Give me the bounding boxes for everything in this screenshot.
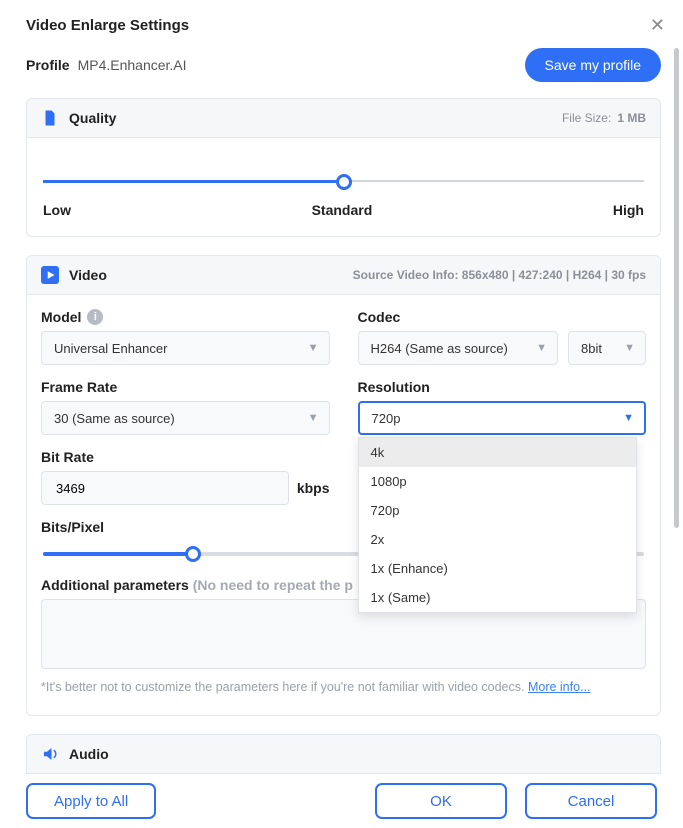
chevron-down-icon: ▼ (308, 342, 319, 354)
apply-to-all-button[interactable]: Apply to All (26, 783, 156, 819)
bitrate-unit: kbps (297, 480, 330, 496)
resolution-option[interactable]: 720p (359, 496, 636, 525)
quality-slider[interactable] (43, 166, 644, 198)
source-video-info: Source Video Info: 856x480 | 427:240 | H… (353, 268, 646, 282)
resolution-option[interactable]: 1080p (359, 467, 636, 496)
chevron-down-icon: ▼ (623, 412, 634, 424)
bits-per-pixel-label: Bits/Pixel (41, 519, 104, 535)
resolution-dropdown[interactable]: 4k1080p720p2x1x (Enhance)1x (Same) (358, 437, 637, 613)
audio-heading: Audio (69, 746, 109, 762)
quality-heading: Quality (69, 110, 116, 126)
resolution-option[interactable]: 2x (359, 525, 636, 554)
codec-label: Codec (358, 309, 401, 325)
video-play-icon (41, 266, 59, 284)
codec-note: *It's better not to customize the parame… (41, 679, 646, 697)
framerate-label: Frame Rate (41, 379, 117, 395)
quality-standard-label: Standard (312, 202, 373, 218)
bitrate-input[interactable] (41, 471, 289, 505)
additional-params-label: Additional parameters (41, 577, 189, 593)
save-profile-button[interactable]: Save my profile (525, 48, 661, 82)
model-select[interactable]: Universal Enhancer▼ (41, 331, 330, 365)
close-icon[interactable]: ✕ (650, 15, 665, 36)
chevron-down-icon: ▼ (536, 342, 547, 354)
chevron-down-icon: ▼ (624, 342, 635, 354)
resolution-label: Resolution (358, 379, 430, 395)
profile-display: ProfileMP4.Enhancer.AI (26, 57, 187, 73)
dialog-title: Video Enlarge Settings (26, 17, 189, 34)
info-icon[interactable]: i (87, 309, 103, 325)
quality-low-label: Low (43, 202, 71, 218)
video-heading: Video (69, 267, 107, 283)
document-icon (41, 109, 59, 127)
video-section: Video Source Video Info: 856x480 | 427:2… (26, 255, 661, 716)
resolution-option[interactable]: 4k (359, 438, 636, 467)
additional-params-hint: (No need to repeat the p (193, 577, 353, 593)
scrollbar[interactable] (674, 48, 679, 768)
bitrate-label: Bit Rate (41, 449, 94, 465)
resolution-option[interactable]: 1x (Enhance) (359, 554, 636, 583)
quality-high-label: High (613, 202, 644, 218)
volume-icon (41, 745, 59, 763)
chevron-down-icon: ▼ (308, 412, 319, 424)
cancel-button[interactable]: Cancel (525, 783, 657, 819)
quality-section: Quality File Size:1 MB Low Standard High (26, 98, 661, 237)
audio-section: Audio Codec &Channel Sample Rate (26, 734, 661, 775)
framerate-select[interactable]: 30 (Same as source)▼ (41, 401, 330, 435)
ok-button[interactable]: OK (375, 783, 507, 819)
resolution-select[interactable]: 720p▼ (358, 401, 647, 435)
model-label: Model (41, 309, 81, 325)
more-info-link[interactable]: More info... (528, 680, 591, 694)
resolution-option[interactable]: 1x (Same) (359, 583, 636, 612)
file-size-readout: File Size:1 MB (562, 111, 646, 125)
bitdepth-select[interactable]: 8bit▼ (568, 331, 646, 365)
codec-select[interactable]: H264 (Same as source)▼ (358, 331, 559, 365)
